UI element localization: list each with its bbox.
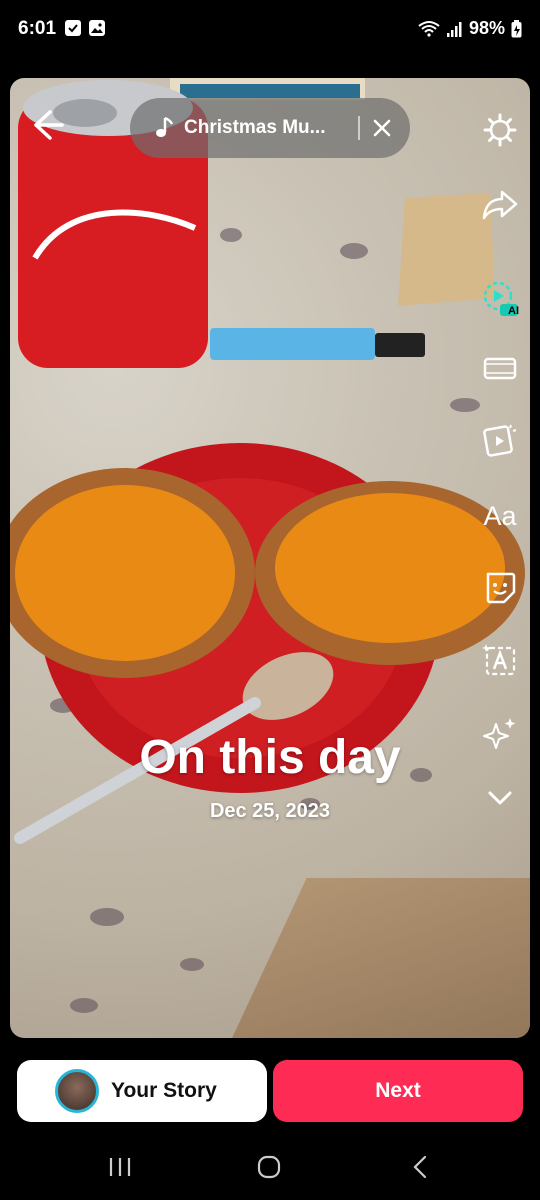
auto-text-icon bbox=[482, 644, 516, 676]
share-tool[interactable] bbox=[478, 182, 522, 226]
ai-effects-tool[interactable]: AI bbox=[478, 276, 522, 320]
your-story-label: Your Story bbox=[111, 1079, 217, 1102]
settings-tool[interactable] bbox=[478, 108, 522, 152]
text-tool[interactable]: Aa bbox=[478, 494, 522, 538]
checkbox-notification-icon bbox=[65, 20, 81, 36]
next-label: Next bbox=[375, 1079, 421, 1102]
template-play-icon bbox=[483, 424, 517, 457]
wifi-icon bbox=[418, 20, 440, 37]
home-icon[interactable] bbox=[254, 1152, 284, 1182]
music-note-icon bbox=[156, 116, 174, 137]
gallery-notification-icon bbox=[89, 20, 105, 36]
music-title: Christmas Mu... bbox=[184, 117, 326, 138]
ai-badge: AI bbox=[508, 305, 519, 317]
music-divider bbox=[358, 116, 360, 140]
aspect-ratio-tool[interactable] bbox=[478, 346, 522, 390]
system-nav-bar bbox=[0, 1130, 540, 1200]
templates-tool[interactable] bbox=[478, 418, 522, 462]
share-arrow-icon bbox=[482, 190, 518, 220]
story-photo-canvas[interactable] bbox=[10, 78, 530, 1038]
food-photo-illustration bbox=[10, 78, 525, 844]
music-selector[interactable]: Christmas Mu... bbox=[130, 98, 410, 158]
signal-icon bbox=[446, 21, 462, 37]
avatar bbox=[55, 1069, 99, 1113]
sticker-tool[interactable] bbox=[478, 566, 522, 610]
aspect-ratio-icon bbox=[483, 357, 517, 380]
memory-caption-title[interactable]: On this day bbox=[0, 730, 540, 785]
battery-percent: 98% bbox=[468, 18, 505, 38]
status-bar: 6:01 98% bbox=[0, 0, 540, 60]
next-button[interactable]: Next bbox=[273, 1060, 523, 1122]
close-icon[interactable] bbox=[370, 116, 394, 140]
auto-caption-tool[interactable] bbox=[478, 638, 522, 682]
gear-icon bbox=[483, 113, 517, 147]
sticker-icon bbox=[486, 572, 516, 604]
battery-icon bbox=[511, 19, 522, 37]
back-nav-icon[interactable] bbox=[406, 1152, 436, 1182]
your-story-button[interactable]: Your Story bbox=[17, 1060, 267, 1122]
status-time: 6:01 bbox=[18, 18, 57, 39]
text-aa-icon: Aa bbox=[483, 500, 517, 531]
recent-apps-icon[interactable] bbox=[105, 1152, 135, 1182]
back-arrow-icon[interactable] bbox=[28, 106, 66, 144]
status-right-group: 98% bbox=[417, 18, 522, 39]
memory-caption-date[interactable]: Dec 25, 2023 bbox=[0, 800, 540, 823]
